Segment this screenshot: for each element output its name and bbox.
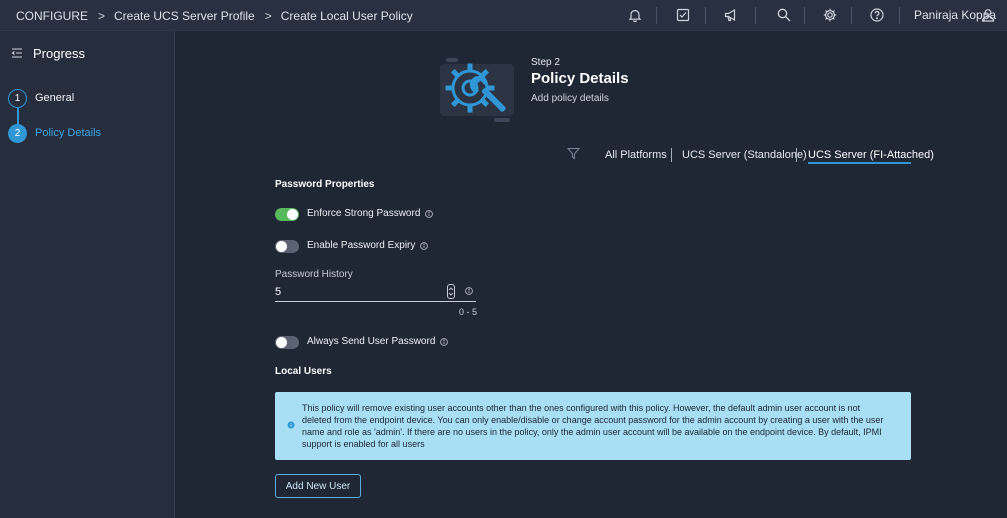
info-banner-message: This policy will remove existing user ac…: [302, 403, 884, 449]
divider: [851, 7, 852, 24]
breadcrumb-separator: >: [264, 8, 272, 23]
step-label: General: [35, 92, 75, 104]
enforce-strong-password-toggle[interactable]: [275, 208, 299, 221]
breadcrumb: CONFIGURE > Create UCS Server Profile > …: [16, 0, 413, 31]
collapse-menu-icon[interactable]: [11, 47, 23, 59]
step-general[interactable]: 1 General: [8, 88, 74, 108]
stepper-arrows-icon: [448, 287, 454, 296]
local-users-info-banner: This policy will remove existing user ac…: [275, 392, 911, 460]
bell-icon[interactable]: [627, 7, 643, 23]
gear-wrench-illustration: [436, 54, 518, 126]
password-history-label: Password History: [275, 269, 353, 280]
gear-icon[interactable]: [822, 7, 838, 23]
breadcrumb-create-ucs-server-profile[interactable]: Create UCS Server Profile: [114, 9, 255, 23]
step-label: Policy Details: [35, 127, 102, 139]
progress-header: Progress: [11, 45, 85, 61]
tab-divider: [671, 148, 672, 162]
tab-ucs-server-fi-attached[interactable]: UCS Server (FI-Attached): [808, 149, 934, 161]
divider: [656, 7, 657, 24]
help-icon[interactable]: [869, 7, 885, 23]
step-indicator: Step 2: [531, 57, 560, 68]
divider: [899, 7, 900, 24]
page-subtitle: Add policy details: [531, 93, 609, 104]
info-icon[interactable]: [425, 209, 434, 218]
password-properties-heading: Password Properties: [275, 179, 375, 190]
toggle-knob: [287, 209, 298, 220]
step-number: 1: [8, 88, 27, 108]
enforce-strong-password-label: Enforce Strong Password: [307, 208, 421, 219]
add-new-user-button[interactable]: Add New User: [275, 474, 361, 498]
active-tab-indicator: [808, 162, 911, 164]
toggle-knob: [276, 337, 287, 348]
breadcrumb-configure[interactable]: CONFIGURE: [16, 9, 88, 23]
tab-all-platforms[interactable]: All Platforms: [605, 149, 667, 161]
filter-icon[interactable]: [566, 147, 581, 160]
always-send-user-password-label: Always Send User Password: [307, 336, 436, 347]
divider: [755, 7, 756, 24]
info-icon[interactable]: [440, 337, 449, 346]
breadcrumb-separator: >: [98, 8, 106, 23]
breadcrumb-create-local-user-policy: Create Local User Policy: [280, 8, 413, 23]
user-icon[interactable]: [980, 7, 996, 23]
megaphone-icon[interactable]: [723, 7, 739, 23]
divider: [804, 7, 805, 24]
step-number: 2: [8, 123, 27, 143]
password-history-input[interactable]: 5: [275, 283, 476, 302]
info-dot-icon: [287, 421, 295, 429]
local-users-heading: Local Users: [275, 366, 332, 377]
progress-title: Progress: [33, 45, 86, 61]
progress-sidebar: Progress 1 General 2 Policy Details: [0, 31, 175, 518]
info-icon[interactable]: [465, 287, 473, 295]
tab-ucs-server-standalone[interactable]: UCS Server (Standalone): [682, 149, 807, 161]
enable-password-expiry-label: Enable Password Expiry: [307, 240, 416, 251]
enable-password-expiry-toggle[interactable]: [275, 240, 299, 253]
divider: [705, 7, 706, 24]
info-icon[interactable]: [420, 241, 429, 250]
toggle-knob: [276, 241, 287, 252]
page-title: Policy Details: [531, 70, 629, 87]
password-history-range: 0 - 5: [459, 307, 478, 317]
step-policy-details[interactable]: 2 Policy Details: [8, 123, 101, 143]
search-icon[interactable]: [776, 7, 792, 23]
enable-password-expiry-row: Enable Password Expiry: [307, 240, 429, 251]
top-bar: CONFIGURE > Create UCS Server Profile > …: [0, 0, 1007, 31]
tab-divider: [796, 148, 797, 162]
password-history-stepper[interactable]: [447, 284, 455, 299]
enforce-strong-password-row: Enforce Strong Password: [307, 208, 434, 219]
always-send-user-password-toggle[interactable]: [275, 336, 299, 349]
task-check-icon[interactable]: [675, 7, 691, 23]
always-send-user-password-row: Always Send User Password: [307, 336, 449, 347]
